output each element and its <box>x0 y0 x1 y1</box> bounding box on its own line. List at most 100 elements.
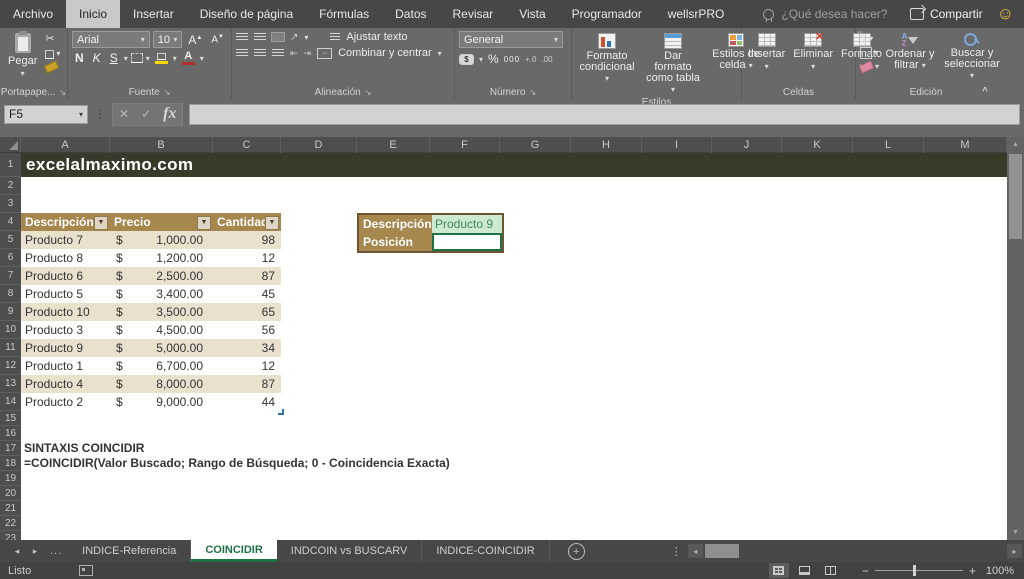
sheet-tab-indcoin-vs-buscarv[interactable]: INDCOIN vs BUSCARV <box>277 540 423 562</box>
copy-button[interactable]: ▾ <box>45 48 60 60</box>
row-header-3[interactable]: 3 <box>0 195 21 213</box>
column-header-b[interactable]: B <box>110 137 213 153</box>
ribbon-tab-inicio[interactable]: Inicio <box>66 0 120 28</box>
row-header-10[interactable]: 10 <box>0 321 21 339</box>
row-header-13[interactable]: 13 <box>0 375 21 393</box>
row-header-14[interactable]: 14 <box>0 393 21 411</box>
percent-format-button[interactable]: % <box>488 52 499 66</box>
column-header-j[interactable]: J <box>712 137 782 153</box>
formula-input[interactable] <box>189 104 1020 125</box>
normal-view-button[interactable] <box>769 563 789 578</box>
row-header-7[interactable]: 7 <box>0 267 21 285</box>
row-header-11[interactable]: 11 <box>0 339 21 357</box>
italic-button[interactable]: K <box>90 51 104 65</box>
ribbon-tab-archivo[interactable]: Archivo <box>0 0 66 28</box>
bold-button[interactable]: N <box>72 51 87 65</box>
align-center-button[interactable] <box>254 49 266 57</box>
zoom-out-button[interactable]: − <box>862 564 869 578</box>
align-bottom-button[interactable] <box>272 33 284 41</box>
ribbon-tab-insertar[interactable]: Insertar <box>120 0 187 28</box>
alignment-dialog-launcher-icon[interactable]: ↘ <box>365 88 372 97</box>
paste-button[interactable]: Pegar ▾ <box>4 31 41 85</box>
new-sheet-button[interactable]: + <box>568 543 585 560</box>
column-header-h[interactable]: H <box>571 137 642 153</box>
decrease-decimal-button[interactable]: .00 <box>541 55 552 64</box>
cell-description[interactable]: Producto 8 <box>21 249 110 267</box>
cell-description[interactable]: Producto 9 <box>21 339 110 357</box>
cell-price[interactable]: $3,500.00 <box>110 303 213 321</box>
fill-button[interactable]: ↓▾ <box>860 47 879 59</box>
orientation-button[interactable]: ↗ <box>290 32 298 43</box>
comma-format-button[interactable]: 000 <box>504 55 520 64</box>
cell-quantity[interactable]: 98 <box>213 231 281 249</box>
column-header-c[interactable]: C <box>213 137 281 153</box>
filter-dropdown-icon[interactable]: ▼ <box>197 216 211 230</box>
cell-quantity[interactable]: 87 <box>213 267 281 285</box>
column-header-e[interactable]: E <box>357 137 430 153</box>
sheet-tab-indice-coincidir[interactable]: INDICE-COINCIDIR <box>422 540 549 562</box>
row-header-4[interactable]: 4 <box>0 213 21 231</box>
align-left-button[interactable] <box>236 49 248 57</box>
row-header-21[interactable]: 21 <box>0 501 21 516</box>
scroll-down-button[interactable]: ▼ <box>1007 525 1024 540</box>
cell-quantity[interactable]: 65 <box>213 303 281 321</box>
name-box-dropdown-icon[interactable]: ▾ <box>79 110 83 119</box>
delete-cells-button[interactable]: ✕ Eliminar ▾ <box>791 31 835 85</box>
cancel-entry-button[interactable]: ✕ <box>119 107 129 121</box>
sheet-tab-coincidir[interactable]: COINCIDIR <box>191 540 276 562</box>
horizontal-scroll-thumb[interactable] <box>705 544 739 558</box>
sort-filter-button[interactable]: AZ Ordenar y filtrar ▾ <box>883 31 937 85</box>
worksheet[interactable]: excelalmaximo.com Descripción▼Precio▼Can… <box>21 153 1007 540</box>
merge-center-button[interactable]: Combinar y centrar <box>338 47 432 59</box>
next-sheet-button[interactable]: ▸ <box>26 540 44 562</box>
hscroll-left-button[interactable]: ◂ <box>688 544 703 558</box>
share-button[interactable]: Compartir <box>910 0 983 28</box>
fill-color-button[interactable] <box>153 53 170 64</box>
cell-description[interactable]: Producto 1 <box>21 357 110 375</box>
cell-price[interactable]: $2,500.00 <box>110 267 213 285</box>
font-dialog-launcher-icon[interactable]: ↘ <box>164 88 171 97</box>
collapse-ribbon-button[interactable]: ^ <box>982 86 988 97</box>
format-painter-button[interactable] <box>45 63 60 71</box>
borders-button[interactable] <box>131 53 143 63</box>
cell-quantity[interactable]: 12 <box>213 357 281 375</box>
zoom-slider-thumb[interactable] <box>913 565 916 576</box>
horizontal-scrollbar[interactable]: ◂ ▸ <box>688 540 1022 562</box>
previous-sheet-button[interactable]: ◂ <box>8 540 26 562</box>
ribbon-tab-vista[interactable]: Vista <box>506 0 558 28</box>
ribbon-tab-revisar[interactable]: Revisar <box>440 0 507 28</box>
underline-button[interactable]: S <box>107 51 121 65</box>
vertical-scroll-thumb[interactable] <box>1009 154 1022 239</box>
cell-description[interactable]: Producto 10 <box>21 303 110 321</box>
cell-price[interactable]: $6,700.00 <box>110 357 213 375</box>
table-resize-handle[interactable] <box>278 409 284 415</box>
conditional-formatting-button[interactable]: Formato condicional ▾ <box>576 31 638 97</box>
row-header-18[interactable]: 18 <box>0 456 21 471</box>
decrease-indent-button[interactable]: ⇤ <box>290 48 298 59</box>
column-header-d[interactable]: D <box>281 137 357 153</box>
name-box[interactable]: F5 ▾ <box>4 105 88 124</box>
row-header-2[interactable]: 2 <box>0 177 21 195</box>
row-header-1[interactable]: 1 <box>0 153 21 177</box>
sheet-tab-indice-referencia[interactable]: INDICE-Referencia <box>68 540 191 562</box>
number-format-select[interactable]: General▾ <box>459 31 563 48</box>
cell-price[interactable]: $5,000.00 <box>110 339 213 357</box>
cell-description[interactable]: Producto 7 <box>21 231 110 249</box>
selected-cell-f5[interactable] <box>432 233 502 251</box>
clear-button[interactable]: ▾ <box>860 61 879 73</box>
column-header-m[interactable]: M <box>924 137 1007 153</box>
smiley-feedback-icon[interactable]: ☺ <box>997 0 1014 28</box>
column-header-g[interactable]: G <box>500 137 571 153</box>
format-as-table-button[interactable]: Dar formato como tabla ▾ <box>642 31 704 97</box>
cell-quantity[interactable]: 34 <box>213 339 281 357</box>
page-layout-view-button[interactable] <box>795 563 815 578</box>
cell-price[interactable]: $3,400.00 <box>110 285 213 303</box>
cell-price[interactable]: $1,000.00 <box>110 231 213 249</box>
cell-price[interactable]: $1,200.00 <box>110 249 213 267</box>
macro-record-icon[interactable] <box>79 565 93 576</box>
row-header-6[interactable]: 6 <box>0 249 21 267</box>
select-all-corner[interactable] <box>0 137 21 152</box>
column-header-a[interactable]: A <box>21 137 110 153</box>
page-break-view-button[interactable] <box>821 563 841 578</box>
row-header-17[interactable]: 17 <box>0 441 21 456</box>
